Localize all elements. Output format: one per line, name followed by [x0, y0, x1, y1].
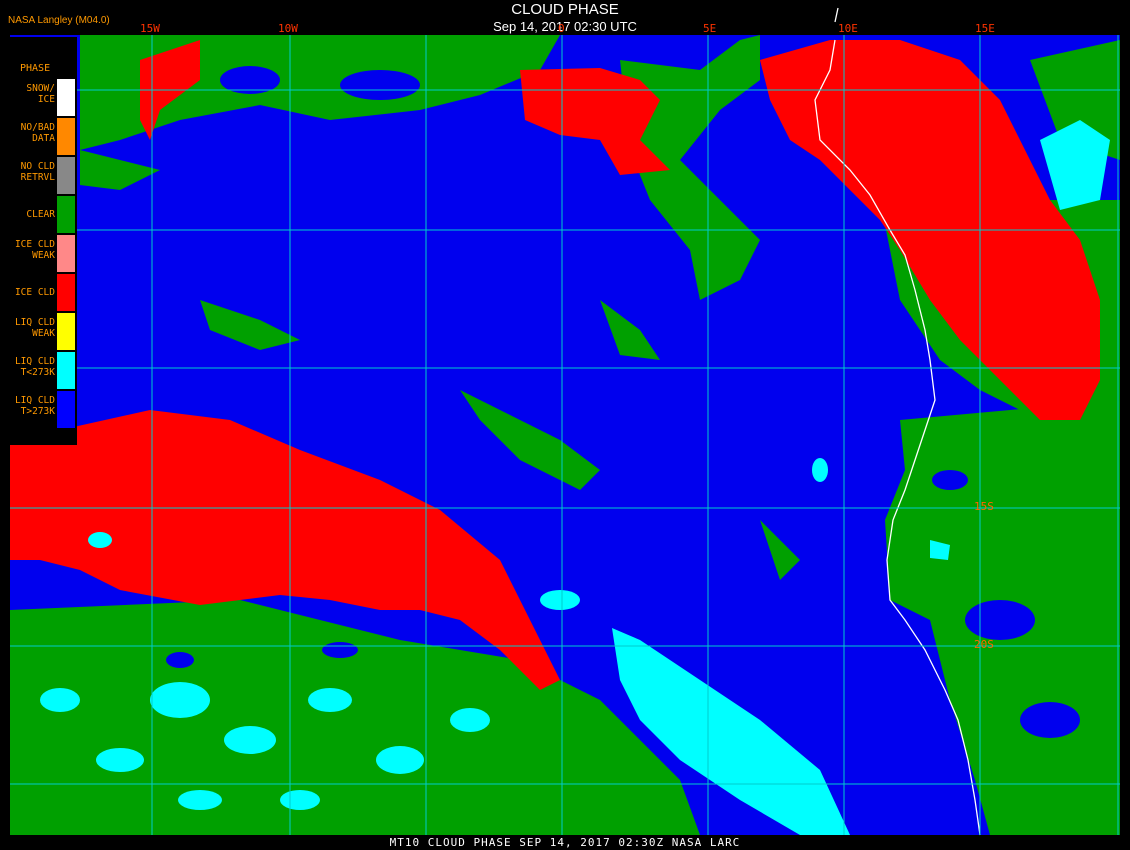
legend-color-swatch	[57, 391, 75, 428]
legend-item-label: CLEAR	[26, 209, 55, 220]
cloud-phase-map: CLOUD PHASE Sep 14, 2017 02:30 UTC NASA …	[0, 0, 1130, 850]
footer-caption: MT10 CLOUD PHASE SEP 14, 2017 02:30Z NAS…	[389, 836, 741, 849]
legend-item-label: ICE CLD WEAK	[14, 239, 55, 261]
legend-color-swatch	[57, 196, 75, 233]
lat-label-20s: 20S	[974, 638, 994, 651]
legend-item: LIQ CLD WEAK	[0, 313, 77, 351]
lon-label-0: 0	[558, 22, 565, 35]
legend-item: NO CLD RETRVL	[0, 157, 77, 195]
map-timestamp: Sep 14, 2017 02:30 UTC	[493, 19, 637, 34]
map-canvas	[10, 7, 1120, 836]
legend-item: NO/BAD DATA	[0, 118, 77, 156]
legend-color-swatch	[57, 118, 75, 155]
lon-label-15e: 15E	[975, 22, 995, 35]
legend-item: ICE CLD WEAK	[0, 235, 77, 273]
agency-label: NASA Langley (M04.0)	[8, 15, 110, 26]
legend-item-label: SNOW/ ICE	[26, 83, 55, 105]
phase-legend: PHASE SNOW/ ICE NO/BAD DATA NO CLD RETRVL C…	[0, 37, 77, 445]
lon-label-10e: 10E	[838, 22, 858, 35]
legend-item: LIQ CLD T>273K	[0, 391, 77, 429]
legend-item-label: NO/BAD DATA	[20, 122, 55, 144]
legend-item-label: ICE CLD	[14, 287, 55, 298]
legend-color-swatch	[57, 79, 75, 116]
legend-color-swatch	[57, 157, 75, 194]
legend-color-swatch	[57, 235, 75, 272]
lon-label-10w: 10W	[278, 22, 298, 35]
legend-item: LIQ CLD T<273K	[0, 352, 77, 390]
legend-item: CLEAR	[0, 196, 77, 234]
legend-item: ICE CLD	[0, 274, 77, 312]
map-title: CLOUD PHASE	[511, 1, 619, 18]
legend-color-swatch	[57, 352, 75, 389]
legend-item-label: NO CLD RETRVL	[20, 161, 55, 183]
legend-item-label: LIQ CLD T<273K	[14, 356, 55, 378]
legend-item-label: LIQ CLD WEAK	[14, 317, 55, 339]
lon-label-5e: 5E	[703, 22, 717, 35]
lat-label-15s: 15S	[974, 500, 994, 513]
legend-item-label: LIQ CLD T>273K	[14, 395, 55, 417]
legend-item: SNOW/ ICE	[0, 79, 77, 117]
lon-label-15w: 15W	[140, 22, 160, 35]
legend-color-swatch	[57, 313, 75, 350]
legend-color-swatch	[57, 274, 75, 311]
legend-title: PHASE	[20, 63, 51, 74]
